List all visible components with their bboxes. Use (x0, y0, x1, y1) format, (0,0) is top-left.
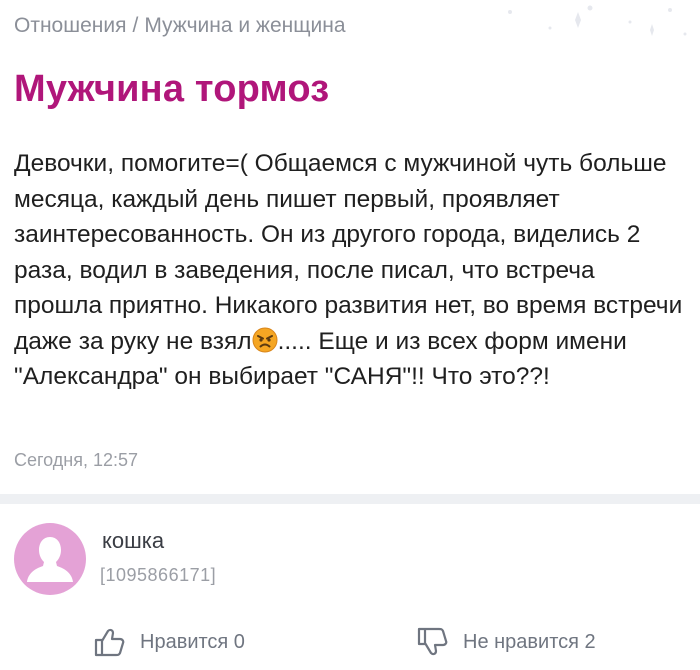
breadcrumb-category-link[interactable]: Отношения (14, 14, 126, 38)
user-silhouette-icon (27, 537, 73, 582)
avatar[interactable] (14, 523, 86, 595)
decorative-sparkles (508, 5, 687, 36)
thumbs-up-icon (94, 628, 125, 657)
breadcrumb-subcategory-link[interactable]: Мужчина и женщина (144, 14, 345, 38)
like-button[interactable]: Нравится 0 (92, 625, 245, 659)
breadcrumb: Отношения / Мужчина и женщина (14, 14, 346, 38)
dislike-button[interactable]: Не нравится 2 (415, 625, 596, 659)
reactions-bar: Нравится 0 Не нравится 2 (0, 615, 700, 665)
section-divider (0, 494, 700, 504)
author-name[interactable]: кошка (102, 528, 164, 554)
like-label: Нравится 0 (140, 630, 245, 653)
thumbs-down-icon (417, 627, 448, 656)
post-body: Девочки, помогите=( Общаемся с мужчиной … (14, 146, 686, 395)
post-timestamp: Сегодня, 12:57 (14, 450, 139, 470)
breadcrumb-separator: / (132, 14, 139, 37)
post-body-text-part1: Девочки, помогите=( Общаемся с мужчиной … (14, 150, 683, 355)
author-id: [1095866171] (100, 565, 217, 585)
angry-face-icon (252, 327, 278, 352)
post-title: Мужчина тормоз (14, 68, 330, 110)
dislike-label: Не нравится 2 (463, 630, 596, 653)
